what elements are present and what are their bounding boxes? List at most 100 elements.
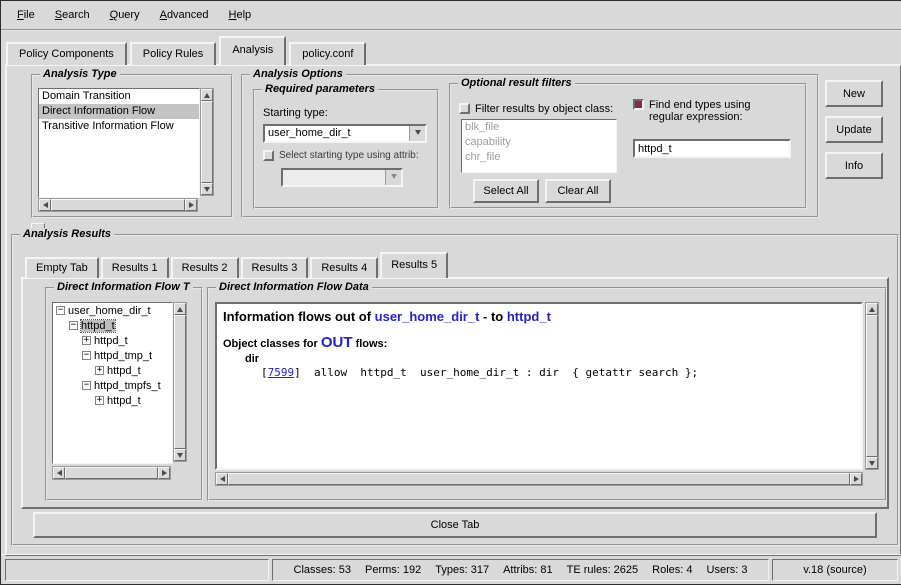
tab-analysis[interactable]: Analysis <box>219 36 286 65</box>
tree-row[interactable]: −httpd_tmpfs_t <box>53 378 172 393</box>
menu-file[interactable]: File <box>7 7 45 23</box>
collapse-icon[interactable]: − <box>82 351 91 360</box>
scroll-right-icon[interactable] <box>158 467 170 479</box>
menu-bar: File Search Query Advanced Help <box>1 1 901 31</box>
update-button[interactable]: Update <box>825 116 883 143</box>
tree-row[interactable]: +httpd_t <box>53 333 172 348</box>
scroll-down-icon[interactable] <box>201 183 213 195</box>
class-filter-label: Filter results by object class: <box>475 103 613 115</box>
menu-search-label: earch <box>62 9 90 21</box>
tree-item-label[interactable]: httpd_t <box>94 335 128 347</box>
starting-type-combobox[interactable]: user_home_dir_t <box>263 124 427 143</box>
regex-input[interactable] <box>633 139 791 158</box>
tab-policy-conf[interactable]: policy.conf <box>289 42 366 65</box>
results-tab-empty[interactable]: Empty Tab <box>25 257 99 278</box>
scroll-thumb[interactable] <box>866 315 878 457</box>
tree-item-label[interactable]: httpd_t <box>107 365 141 377</box>
menu-query-label: uery <box>118 9 139 21</box>
flow-tree[interactable]: −user_home_dir_t −httpd_t +httpd_t −http… <box>52 302 173 464</box>
scroll-right-icon[interactable] <box>185 199 197 211</box>
chevron-down-icon[interactable] <box>409 126 425 141</box>
analysis-type-item-selected[interactable]: Direct Information Flow <box>39 104 199 119</box>
regex-checkbox[interactable] <box>633 99 644 110</box>
tree-row-selected[interactable]: −httpd_t <box>53 318 172 333</box>
analysis-type-item[interactable]: Domain Transition <box>39 89 199 104</box>
required-parameters-title: Required parameters <box>262 83 378 95</box>
scroll-thumb[interactable] <box>201 101 213 183</box>
scroll-thumb[interactable] <box>65 467 158 479</box>
stat-users: Users: 3 <box>707 564 748 576</box>
object-class-item: capability <box>462 135 616 150</box>
menu-query[interactable]: Query <box>100 7 150 23</box>
menu-advanced[interactable]: Advanced <box>150 7 219 23</box>
clear-all-button[interactable]: Clear All <box>545 179 611 203</box>
tab-policy-components[interactable]: Policy Components <box>6 42 127 65</box>
close-tab-button[interactable]: Close Tab <box>33 512 877 538</box>
tree-row[interactable]: +httpd_t <box>53 393 172 408</box>
tree-item-label[interactable]: httpd_t <box>81 320 115 332</box>
tree-item-label[interactable]: httpd_t <box>107 395 141 407</box>
object-class-item: blk_file <box>462 120 616 135</box>
menu-help-label: elp <box>236 9 251 21</box>
tab-policy-rules[interactable]: Policy Rules <box>130 42 217 65</box>
info-button[interactable]: Info <box>825 152 883 179</box>
tree-hscrollbar[interactable] <box>52 466 171 480</box>
tree-vscrollbar[interactable] <box>173 302 187 462</box>
collapse-icon[interactable]: − <box>56 306 65 315</box>
flow-direction: OUT <box>321 334 353 351</box>
attrib-checkbox[interactable] <box>263 150 274 161</box>
scroll-thumb[interactable] <box>228 473 850 485</box>
expand-icon[interactable]: + <box>82 336 91 345</box>
results-tab-3[interactable]: Results 3 <box>241 257 309 278</box>
scroll-left-icon[interactable] <box>216 473 228 485</box>
new-button[interactable]: New <box>825 80 883 107</box>
tree-row[interactable]: −httpd_tmp_t <box>53 348 172 363</box>
expand-icon[interactable]: + <box>95 366 104 375</box>
analysis-type-listbox[interactable]: Domain Transition Direct Information Flo… <box>38 88 200 198</box>
tree-item-label[interactable]: httpd_tmp_t <box>94 350 152 362</box>
analysis-type-item[interactable]: Transitive Information Flow <box>39 119 199 134</box>
results-tab-4[interactable]: Results 4 <box>310 257 378 278</box>
tree-row[interactable]: +httpd_t <box>53 363 172 378</box>
scroll-left-icon[interactable] <box>39 199 51 211</box>
flow-tree-title: Direct Information Flow T <box>54 281 193 293</box>
menu-search[interactable]: Search <box>45 7 100 23</box>
scroll-up-icon[interactable] <box>201 89 213 101</box>
scroll-up-icon[interactable] <box>174 303 186 315</box>
analysis-type-vscrollbar[interactable] <box>200 88 214 196</box>
scroll-up-icon[interactable] <box>866 303 878 315</box>
expand-icon[interactable]: + <box>95 396 104 405</box>
analysis-panel: Analysis Type Domain Transition Direct I… <box>5 64 901 556</box>
rule-number-link[interactable]: 7599 <box>268 366 295 379</box>
results-tab-1[interactable]: Results 1 <box>101 257 169 278</box>
rule-line: [7599] allow httpd_t user_home_dir_t : d… <box>223 366 855 379</box>
flow-data-textarea[interactable]: Information flows out of user_home_dir_t… <box>215 302 863 470</box>
analysis-options-frame: Analysis Options Required parameters Sta… <box>241 74 819 218</box>
rule-text: allow httpd_t user_home_dir_t : dir { ge… <box>301 366 698 379</box>
class-filter-checkbox[interactable] <box>459 103 470 114</box>
collapse-icon[interactable]: − <box>82 381 91 390</box>
menu-file-accel: F <box>17 9 24 21</box>
scroll-thumb[interactable] <box>51 199 185 211</box>
results-tab-5[interactable]: Results 5 <box>380 252 448 278</box>
analysis-type-title: Analysis Type <box>40 68 120 80</box>
scroll-down-icon[interactable] <box>174 449 186 461</box>
scroll-thumb[interactable] <box>174 315 186 449</box>
collapse-icon[interactable]: − <box>69 321 78 330</box>
data-vscrollbar[interactable] <box>865 302 879 470</box>
flow-data-frame: Direct Information Flow Data Information… <box>207 287 887 501</box>
menu-help[interactable]: Help <box>219 7 262 23</box>
scroll-right-icon[interactable] <box>850 473 862 485</box>
data-hscrollbar[interactable] <box>215 472 863 486</box>
attrib-checkbox-row: Select starting type using attrib: <box>263 150 431 161</box>
scroll-left-icon[interactable] <box>53 467 65 479</box>
results-tab-2[interactable]: Results 2 <box>171 257 239 278</box>
tree-item-label[interactable]: user_home_dir_t <box>68 305 151 317</box>
analysis-type-hscrollbar[interactable] <box>38 198 198 212</box>
results-panel: Direct Information Flow T −user_home_dir… <box>21 277 889 509</box>
select-all-button[interactable]: Select All <box>473 179 539 203</box>
tree-item-label[interactable]: httpd_tmpfs_t <box>94 380 161 392</box>
status-stats-panel: Classes: 53 Perms: 192 Types: 317 Attrib… <box>272 559 769 581</box>
tree-row[interactable]: −user_home_dir_t <box>53 303 172 318</box>
scroll-down-icon[interactable] <box>866 457 878 469</box>
